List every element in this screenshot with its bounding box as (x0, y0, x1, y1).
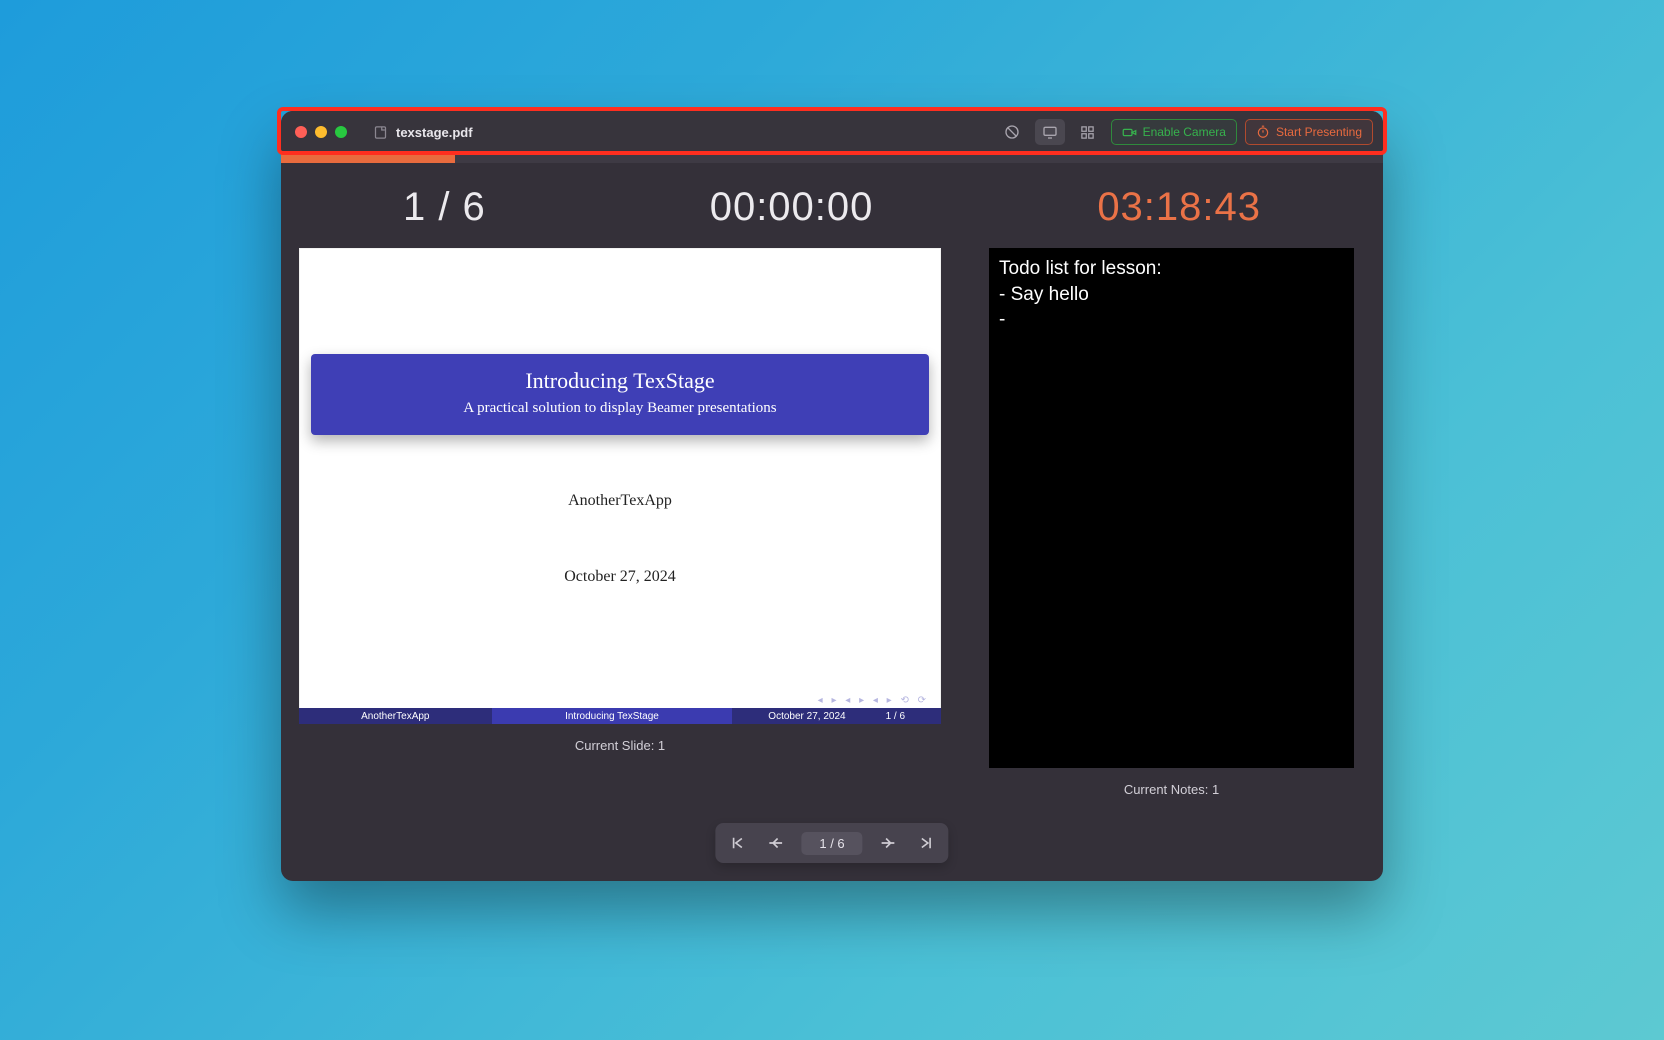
document-icon (373, 125, 388, 140)
slide-footer-page: 1 / 6 (886, 711, 905, 722)
slide-author: AnotherTexApp (299, 492, 941, 510)
slide-footer: AnotherTexApp Introducing TexStage Octob… (299, 708, 941, 724)
slide-position-counter: 1 / 6 (403, 185, 486, 230)
beamer-nav-icons: ◂ ▸ ◂ ▸ ◂ ▸ ⟲ ⟳ (818, 695, 929, 706)
slide-footer-date: October 27, 2024 (768, 711, 845, 722)
counters-row: 1 / 6 00:00:00 03:18:43 (281, 163, 1383, 248)
app-window: texstage.pdf (281, 111, 1383, 881)
display-mode-button[interactable] (1035, 119, 1065, 145)
notes-panel: Todo list for lesson: - Say hello - Curr… (989, 248, 1354, 797)
filename-group: texstage.pdf (373, 125, 473, 140)
minimize-window-button[interactable] (315, 126, 327, 138)
notes-content: Todo list for lesson: - Say hello - (989, 248, 1354, 768)
current-notes-caption: Current Notes: 1 (989, 782, 1354, 797)
slide-title-block: Introducing TexStage A practical solutio… (311, 354, 929, 435)
current-slide-panel: Introducing TexStage A practical solutio… (299, 248, 941, 797)
next-slide-button[interactable] (877, 831, 901, 855)
slide-subtitle: A practical solution to display Beamer p… (321, 400, 919, 417)
slide-footer-author: AnotherTexApp (299, 708, 492, 724)
start-presenting-label: Start Presenting (1276, 125, 1362, 139)
enable-camera-label: Enable Camera (1143, 125, 1226, 139)
elapsed-time-counter: 00:00:00 (710, 185, 874, 230)
window-controls (295, 126, 347, 138)
fullscreen-window-button[interactable] (335, 126, 347, 138)
first-slide-button[interactable] (725, 831, 749, 855)
clock-counter: 03:18:43 (1097, 185, 1261, 230)
pointer-tool-button[interactable] (997, 119, 1027, 145)
slide-preview[interactable]: Introducing TexStage A practical solutio… (299, 248, 941, 724)
titlebar: texstage.pdf (281, 111, 1383, 153)
progress-fill (281, 153, 455, 163)
last-slide-button[interactable] (915, 831, 939, 855)
stopwatch-icon (1256, 125, 1270, 139)
enable-camera-button[interactable]: Enable Camera (1111, 119, 1237, 145)
bottom-nav: 1 / 6 (715, 823, 948, 863)
current-slide-caption: Current Slide: 1 (299, 738, 941, 753)
panels: Introducing TexStage A practical solutio… (281, 248, 1383, 797)
camera-icon (1122, 125, 1137, 140)
progress-bar (281, 153, 1383, 163)
start-presenting-button[interactable]: Start Presenting (1245, 119, 1373, 145)
page-indicator[interactable]: 1 / 6 (801, 832, 862, 855)
close-window-button[interactable] (295, 126, 307, 138)
slide-title: Introducing TexStage (321, 368, 919, 394)
prev-slide-button[interactable] (763, 831, 787, 855)
grid-view-button[interactable] (1073, 119, 1103, 145)
slide-date: October 27, 2024 (299, 568, 941, 586)
slide-footer-right: October 27, 2024 1 / 6 (732, 708, 941, 724)
slide-footer-title: Introducing TexStage (492, 708, 733, 724)
filename: texstage.pdf (396, 125, 473, 140)
